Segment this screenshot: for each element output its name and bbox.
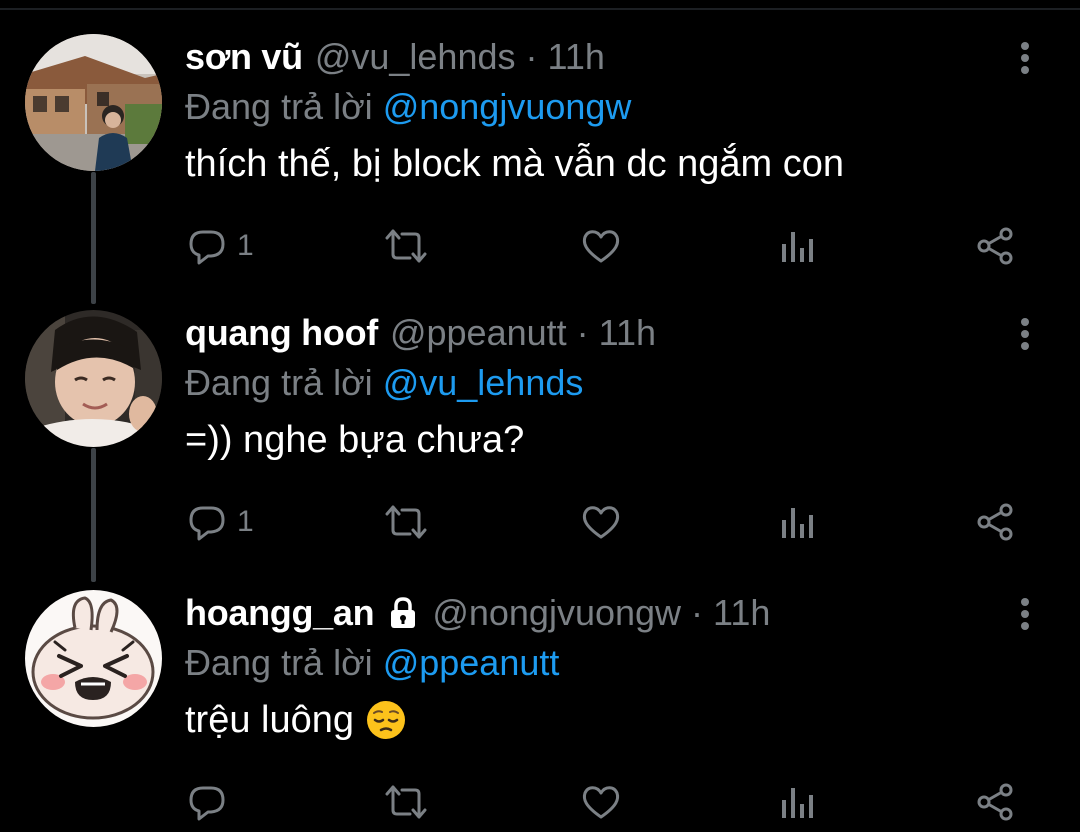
- retweet-icon: [385, 229, 427, 263]
- avatar[interactable]: [25, 310, 162, 447]
- tweet-header: hoangg_an @nongjvuongw · 11h: [185, 590, 770, 636]
- lock-icon: [391, 597, 416, 628]
- reply-icon: [189, 230, 225, 265]
- reply-button[interactable]: 1: [187, 216, 254, 276]
- retweet-icon: [385, 785, 427, 819]
- share-icon: [977, 227, 1013, 265]
- tweet-text: thích thế, bị block mà vẫn dc ngắm con: [185, 140, 844, 188]
- replying-to-label: Đang trả lời: [185, 642, 373, 683]
- analytics-icon: [782, 788, 813, 818]
- avatar[interactable]: [25, 590, 162, 727]
- replying-to-line: Đang trả lời @vu_lehnds: [185, 360, 583, 406]
- share-button[interactable]: [975, 772, 1015, 832]
- more-vertical-icon[interactable]: [1010, 40, 1040, 76]
- reply-icon: [189, 786, 225, 821]
- avatar-crying-bunny: [25, 590, 162, 727]
- retweet-icon: [385, 505, 427, 539]
- tweet[interactable]: quang hoof @ppeanutt · 11h Đang trả lời @…: [0, 310, 1080, 550]
- more-vertical-icon[interactable]: [1010, 596, 1040, 632]
- replying-to-line: Đang trả lời @ppeanutt: [185, 640, 559, 686]
- reply-count: 1: [237, 505, 254, 538]
- like-button[interactable]: [581, 772, 621, 832]
- user-handle[interactable]: @ppeanutt: [390, 310, 567, 356]
- action-bar: 1: [0, 216, 1080, 276]
- reply-mention-link[interactable]: @nongjvuongw: [383, 86, 632, 127]
- reply-icon: [189, 506, 225, 541]
- avatar[interactable]: [25, 34, 162, 171]
- action-bar: 1: [0, 492, 1080, 552]
- heart-icon: [582, 506, 620, 539]
- timestamp[interactable]: 11h: [599, 310, 656, 356]
- tweet-text: =)) nghe bựa chưa?: [185, 416, 524, 464]
- more-vertical-icon[interactable]: [1010, 316, 1040, 352]
- reply-mention-link[interactable]: @vu_lehnds: [383, 362, 584, 403]
- views-button[interactable]: [779, 492, 815, 552]
- share-icon: [977, 503, 1013, 541]
- heart-icon: [582, 786, 620, 819]
- retweet-button[interactable]: [383, 772, 429, 832]
- separator-dot: ·: [525, 36, 538, 77]
- tweet-text-content: =)) nghe bựa chưa?: [185, 419, 525, 461]
- views-button[interactable]: [779, 216, 815, 276]
- retweet-button[interactable]: [383, 492, 429, 552]
- tweet[interactable]: sơn vũ @vu_lehnds · 11h Đang trả lời @non…: [0, 34, 1080, 274]
- reply-button[interactable]: 1: [187, 492, 254, 552]
- analytics-icon: [782, 232, 813, 262]
- tweet-header: quang hoof @ppeanutt · 11h: [185, 310, 656, 356]
- like-button[interactable]: [581, 216, 621, 276]
- timestamp[interactable]: 11h: [548, 34, 605, 80]
- tweet-header: sơn vũ @vu_lehnds · 11h: [185, 34, 605, 80]
- display-name[interactable]: hoangg_an: [185, 590, 375, 636]
- separator-dot: ·: [576, 312, 589, 353]
- tweet-text-content: thích thế, bị block mà vẫn dc ngắm con: [185, 143, 845, 185]
- top-divider: [0, 8, 1080, 10]
- replying-to-label: Đang trả lời: [185, 362, 373, 403]
- replying-to-line: Đang trả lời @nongjvuongw: [185, 84, 631, 130]
- tweet-text: trệu luông: [185, 696, 406, 744]
- reply-count: 1: [237, 229, 254, 262]
- user-handle[interactable]: @vu_lehnds: [315, 34, 516, 80]
- share-button[interactable]: [975, 216, 1015, 276]
- timestamp[interactable]: 11h: [713, 590, 770, 636]
- user-handle[interactable]: @nongjvuongw: [432, 590, 681, 636]
- share-button[interactable]: [975, 492, 1015, 552]
- share-icon: [977, 783, 1013, 821]
- pensive-face-emoji: [367, 701, 406, 739]
- heart-icon: [582, 230, 620, 263]
- display-name[interactable]: sơn vũ: [185, 34, 303, 80]
- like-button[interactable]: [581, 492, 621, 552]
- action-bar: [0, 772, 1080, 832]
- retweet-button[interactable]: [383, 216, 429, 276]
- views-button[interactable]: [779, 772, 815, 832]
- reply-mention-link[interactable]: @ppeanutt: [383, 642, 560, 683]
- display-name[interactable]: quang hoof: [185, 310, 378, 356]
- avatar-photo-portrait: [25, 310, 162, 447]
- analytics-icon: [782, 508, 813, 538]
- tweet-text-content: trệu luông: [185, 699, 355, 741]
- avatar-photo-street: [25, 34, 162, 171]
- tweet[interactable]: hoangg_an @nongjvuongw · 11h Đang trả lờ…: [0, 590, 1080, 826]
- replying-to-label: Đang trả lời: [185, 86, 373, 127]
- separator-dot: ·: [691, 592, 704, 633]
- reply-button[interactable]: [187, 772, 237, 832]
